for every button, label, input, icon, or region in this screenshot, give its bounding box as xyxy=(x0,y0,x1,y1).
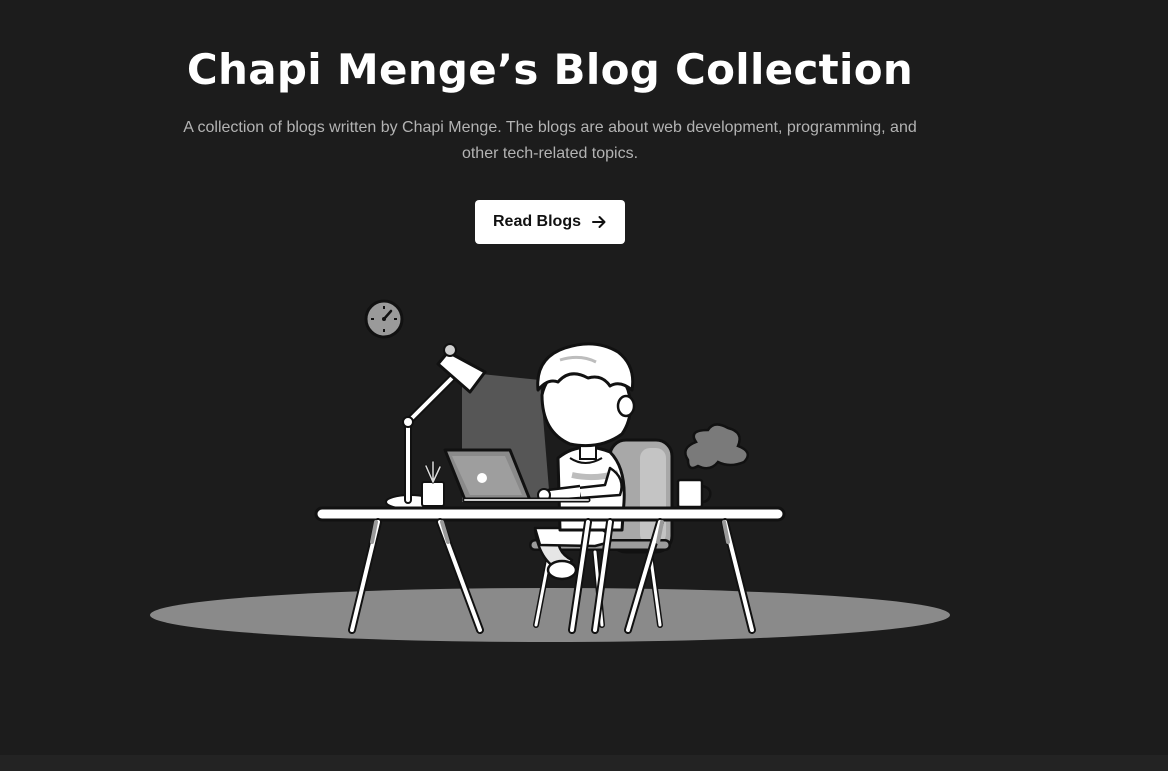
floor-shadow xyxy=(150,588,950,642)
hero-subtitle: A collection of blogs written by Chapi M… xyxy=(183,119,917,162)
coffee-mug xyxy=(676,423,750,509)
footer-strip xyxy=(0,755,1168,771)
clock-icon xyxy=(364,299,404,339)
read-blogs-button[interactable]: Read Blogs xyxy=(475,200,625,244)
page: Chapi Menge’s Blog Collection A collecti… xyxy=(0,0,1168,771)
read-blogs-label: Read Blogs xyxy=(492,213,581,230)
arrow-right-icon xyxy=(591,214,607,230)
plant-pot xyxy=(421,460,445,507)
page-title: Chapi Menge’s Blog Collection xyxy=(186,45,914,94)
developer-illustration xyxy=(150,299,950,642)
